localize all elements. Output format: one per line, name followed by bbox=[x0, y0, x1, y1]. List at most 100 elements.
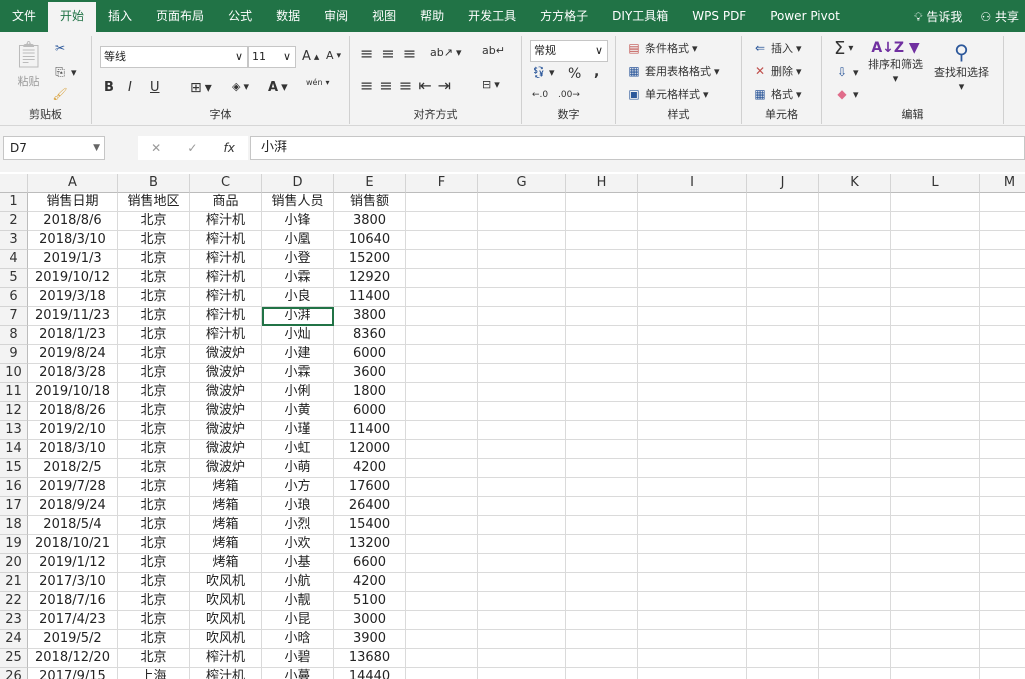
row-header[interactable]: 21 bbox=[0, 573, 28, 592]
cell-C24[interactable]: 吹风机 bbox=[190, 630, 262, 649]
empty-cell[interactable] bbox=[638, 421, 747, 440]
cell-E23[interactable]: 3000 bbox=[334, 611, 406, 630]
empty-cell[interactable] bbox=[980, 497, 1025, 516]
empty-cell[interactable] bbox=[819, 288, 891, 307]
cell-E16[interactable]: 17600 bbox=[334, 478, 406, 497]
empty-cell[interactable] bbox=[566, 649, 638, 668]
cell-A5[interactable]: 2019/10/12 bbox=[28, 269, 118, 288]
cell-C7[interactable]: 榨汁机 bbox=[190, 307, 262, 326]
empty-cell[interactable] bbox=[747, 307, 819, 326]
cell-D5[interactable]: 小霖 bbox=[262, 269, 334, 288]
empty-cell[interactable] bbox=[980, 630, 1025, 649]
cell-E19[interactable]: 13200 bbox=[334, 535, 406, 554]
cell-C3[interactable]: 榨汁机 bbox=[190, 231, 262, 250]
empty-cell[interactable] bbox=[819, 212, 891, 231]
empty-cell[interactable] bbox=[478, 573, 566, 592]
grow-font-button[interactable]: A ▴ bbox=[302, 49, 319, 64]
empty-cell[interactable] bbox=[566, 630, 638, 649]
empty-cell[interactable] bbox=[819, 535, 891, 554]
cell-E4[interactable]: 15200 bbox=[334, 250, 406, 269]
cell-D17[interactable]: 小琅 bbox=[262, 497, 334, 516]
empty-cell[interactable] bbox=[819, 193, 891, 212]
empty-cell[interactable] bbox=[478, 554, 566, 573]
cell-D13[interactable]: 小瑾 bbox=[262, 421, 334, 440]
cell-A10[interactable]: 2018/3/28 bbox=[28, 364, 118, 383]
tab-13[interactable]: Power Pivot bbox=[758, 0, 852, 32]
cell-E3[interactable]: 10640 bbox=[334, 231, 406, 250]
cell-E1[interactable]: 销售额 bbox=[334, 193, 406, 212]
empty-cell[interactable] bbox=[478, 516, 566, 535]
empty-cell[interactable] bbox=[747, 345, 819, 364]
empty-cell[interactable] bbox=[638, 250, 747, 269]
empty-cell[interactable] bbox=[891, 288, 980, 307]
empty-cell[interactable] bbox=[891, 611, 980, 630]
cell-E21[interactable]: 4200 bbox=[334, 573, 406, 592]
cell-B9[interactable]: 北京 bbox=[118, 345, 190, 364]
tab-5[interactable]: 数据 bbox=[264, 0, 312, 32]
empty-cell[interactable] bbox=[891, 440, 980, 459]
row-header[interactable]: 10 bbox=[0, 364, 28, 383]
cell-B15[interactable]: 北京 bbox=[118, 459, 190, 478]
cell-D14[interactable]: 小虹 bbox=[262, 440, 334, 459]
empty-cell[interactable] bbox=[566, 535, 638, 554]
empty-cell[interactable] bbox=[638, 288, 747, 307]
cell-B18[interactable]: 北京 bbox=[118, 516, 190, 535]
empty-cell[interactable] bbox=[891, 193, 980, 212]
empty-cell[interactable] bbox=[819, 554, 891, 573]
tab-11[interactable]: DIY工具箱 bbox=[600, 0, 680, 32]
cell-D18[interactable]: 小烈 bbox=[262, 516, 334, 535]
cell-C13[interactable]: 微波炉 bbox=[190, 421, 262, 440]
row-header[interactable]: 8 bbox=[0, 326, 28, 345]
empty-cell[interactable] bbox=[566, 573, 638, 592]
cell-styles-button[interactable]: ▣ 单元格样式 ▾ bbox=[626, 86, 708, 102]
empty-cell[interactable] bbox=[566, 383, 638, 402]
cell-E7[interactable]: 3800 bbox=[334, 307, 406, 326]
empty-cell[interactable] bbox=[980, 250, 1025, 269]
column-header-F[interactable]: F bbox=[406, 174, 478, 193]
empty-cell[interactable] bbox=[566, 554, 638, 573]
empty-cell[interactable] bbox=[566, 231, 638, 250]
empty-cell[interactable] bbox=[638, 326, 747, 345]
empty-cell[interactable] bbox=[566, 269, 638, 288]
cell-D16[interactable]: 小方 bbox=[262, 478, 334, 497]
empty-cell[interactable] bbox=[638, 440, 747, 459]
tab-4[interactable]: 公式 bbox=[216, 0, 264, 32]
cell-D8[interactable]: 小灿 bbox=[262, 326, 334, 345]
empty-cell[interactable] bbox=[891, 250, 980, 269]
delete-cells-button[interactable]: ✕ 删除 ▾ bbox=[752, 63, 802, 79]
empty-cell[interactable] bbox=[819, 250, 891, 269]
empty-cell[interactable] bbox=[747, 611, 819, 630]
empty-cell[interactable] bbox=[980, 307, 1025, 326]
empty-cell[interactable] bbox=[819, 402, 891, 421]
format-cells-button[interactable]: ▦ 格式 ▾ bbox=[752, 86, 801, 102]
empty-cell[interactable] bbox=[819, 269, 891, 288]
empty-cell[interactable] bbox=[819, 345, 891, 364]
cell-C4[interactable]: 榨汁机 bbox=[190, 250, 262, 269]
cell-D21[interactable]: 小航 bbox=[262, 573, 334, 592]
empty-cell[interactable] bbox=[478, 497, 566, 516]
cell-A14[interactable]: 2018/3/10 bbox=[28, 440, 118, 459]
empty-cell[interactable] bbox=[747, 269, 819, 288]
cell-A22[interactable]: 2018/7/16 bbox=[28, 592, 118, 611]
empty-cell[interactable] bbox=[747, 554, 819, 573]
empty-cell[interactable] bbox=[747, 459, 819, 478]
cell-D2[interactable]: 小锋 bbox=[262, 212, 334, 231]
function-icon[interactable]: fx bbox=[224, 141, 235, 155]
column-header-B[interactable]: B bbox=[118, 174, 190, 193]
cell-A16[interactable]: 2019/7/28 bbox=[28, 478, 118, 497]
empty-cell[interactable] bbox=[891, 212, 980, 231]
empty-cell[interactable] bbox=[980, 592, 1025, 611]
tab-3[interactable]: 页面布局 bbox=[144, 0, 216, 32]
cell-C9[interactable]: 微波炉 bbox=[190, 345, 262, 364]
underline-button[interactable]: U bbox=[150, 80, 160, 95]
empty-cell[interactable] bbox=[980, 383, 1025, 402]
find-select-button[interactable]: ⚲ 查找和选择 ▾ bbox=[934, 40, 989, 93]
empty-cell[interactable] bbox=[638, 630, 747, 649]
empty-cell[interactable] bbox=[478, 193, 566, 212]
clear-button[interactable]: ◆ ▾ bbox=[834, 86, 858, 102]
empty-cell[interactable] bbox=[819, 364, 891, 383]
cell-E18[interactable]: 15400 bbox=[334, 516, 406, 535]
empty-cell[interactable] bbox=[566, 288, 638, 307]
empty-cell[interactable] bbox=[980, 440, 1025, 459]
empty-cell[interactable] bbox=[980, 554, 1025, 573]
